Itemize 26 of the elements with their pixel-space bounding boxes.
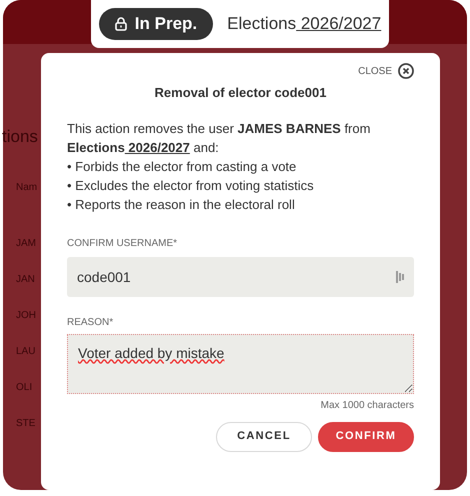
close-icon bbox=[398, 63, 414, 79]
modal-title: Removal of elector code001 bbox=[154, 84, 328, 102]
table-cell: JAM bbox=[16, 237, 36, 251]
field-label: REASON* bbox=[67, 316, 114, 330]
lock-icon bbox=[114, 17, 127, 31]
username-field[interactable]: code001 bbox=[67, 256, 414, 296]
character-limit-hint: Max 1000 characters bbox=[320, 398, 414, 412]
confirm-button[interactable]: CONFIRM bbox=[318, 422, 414, 452]
bullet-item: • Excludes the elector from voting statistics bbox=[67, 176, 315, 194]
header-title: Elections 2026/2027 bbox=[227, 13, 382, 36]
reason-field[interactable]: Voter added by mistake bbox=[67, 334, 414, 394]
bullet-item: • Reports the reason in the electoral roll bbox=[67, 196, 296, 214]
table-cell: LAU bbox=[16, 345, 36, 359]
table-cell: JAN bbox=[16, 273, 35, 287]
table-cell: JOH bbox=[16, 309, 36, 323]
table-cell: OLI bbox=[16, 381, 32, 395]
password-manager-icon bbox=[396, 270, 404, 282]
bullet-item: • Forbids the elector from casting a vote bbox=[67, 158, 298, 176]
column-header: Nam bbox=[16, 181, 38, 195]
status-badge: In Prep. bbox=[98, 8, 214, 40]
description-text: This action removes the user JAMES BARNES from Elections 2026/2027 and: bbox=[67, 120, 372, 156]
elections-link[interactable]: 2026/2027 bbox=[124, 140, 190, 154]
close-button[interactable]: CLOSE bbox=[358, 63, 414, 79]
field-label: CONFIRM USERNAME* bbox=[67, 236, 178, 250]
table-cell: STE bbox=[16, 417, 36, 431]
cancel-button[interactable]: CANCEL bbox=[216, 422, 312, 452]
